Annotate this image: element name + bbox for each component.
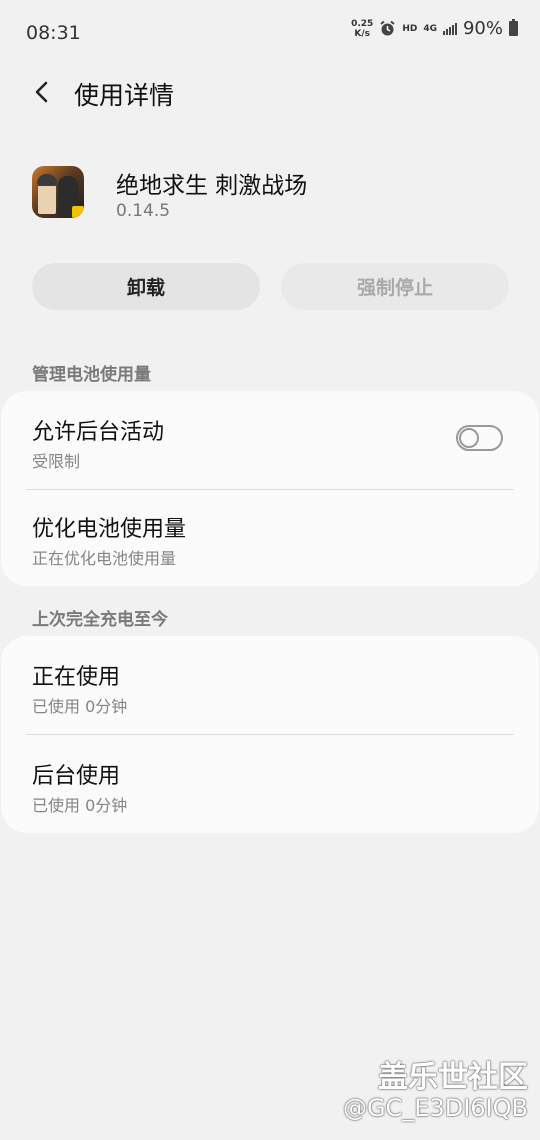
- row-subtitle: 已使用 0分钟: [32, 697, 128, 716]
- foreground-usage-row[interactable]: 正在使用 已使用 0分钟: [1, 636, 539, 734]
- status-icons: 0.25 K/s HD 4G 90%: [351, 18, 518, 39]
- signal-icon: [442, 22, 457, 35]
- app-version: 0.14.5: [116, 201, 171, 221]
- battery-percent: 90%: [462, 18, 503, 39]
- row-subtitle: 已使用 0分钟: [32, 796, 128, 815]
- watermark-user: @GC_E3DI6IQB: [342, 1094, 528, 1122]
- usage-card: 正在使用 已使用 0分钟 后台使用 已使用 0分钟: [1, 636, 539, 833]
- alarm-icon: [380, 20, 395, 36]
- uninstall-button[interactable]: 卸载: [32, 263, 260, 310]
- section-label-battery: 管理电池使用量: [32, 365, 151, 385]
- optimize-battery-row[interactable]: 优化电池使用量 正在优化电池使用量: [1, 490, 539, 588]
- background-usage-row[interactable]: 后台使用 已使用 0分钟: [1, 735, 539, 833]
- app-name: 绝地求生 刺激战场: [116, 173, 308, 199]
- back-button[interactable]: [26, 74, 62, 110]
- battery-settings-card: 允许后台活动 受限制 优化电池使用量 正在优化电池使用量: [1, 391, 539, 586]
- status-time: 08:31: [26, 22, 81, 44]
- row-subtitle: 受限制: [32, 452, 81, 471]
- battery-icon: [509, 19, 518, 36]
- row-title: 正在使用: [32, 665, 121, 690]
- allow-background-activity-row[interactable]: 允许后台活动 受限制: [1, 391, 539, 489]
- row-title: 优化电池使用量: [32, 517, 187, 542]
- network-speed: 0.25 K/s: [351, 19, 373, 39]
- row-title: 允许后台活动: [32, 420, 165, 445]
- network-speed-unit: K/s: [354, 28, 371, 39]
- background-activity-toggle[interactable]: [456, 425, 503, 451]
- row-subtitle: 正在优化电池使用量: [32, 549, 177, 568]
- row-title: 后台使用: [32, 764, 121, 789]
- app-icon: [32, 166, 84, 218]
- network-type: 4G: [423, 23, 437, 34]
- app-bar: 使用详情: [0, 66, 540, 122]
- toggle-knob: [459, 428, 479, 448]
- page-title: 使用详情: [74, 81, 175, 110]
- chevron-left-icon: [35, 81, 48, 103]
- status-bar: 08:31 0.25 K/s HD 4G 90%: [0, 0, 540, 66]
- network-speed-value: 0.25: [351, 18, 374, 29]
- watermark-brand: 盖乐世社区: [378, 1060, 528, 1095]
- force-stop-button[interactable]: 强制停止: [281, 263, 509, 310]
- hd-indicator: HD: [402, 23, 418, 34]
- section-label-usage: 上次完全充电至今: [32, 610, 168, 630]
